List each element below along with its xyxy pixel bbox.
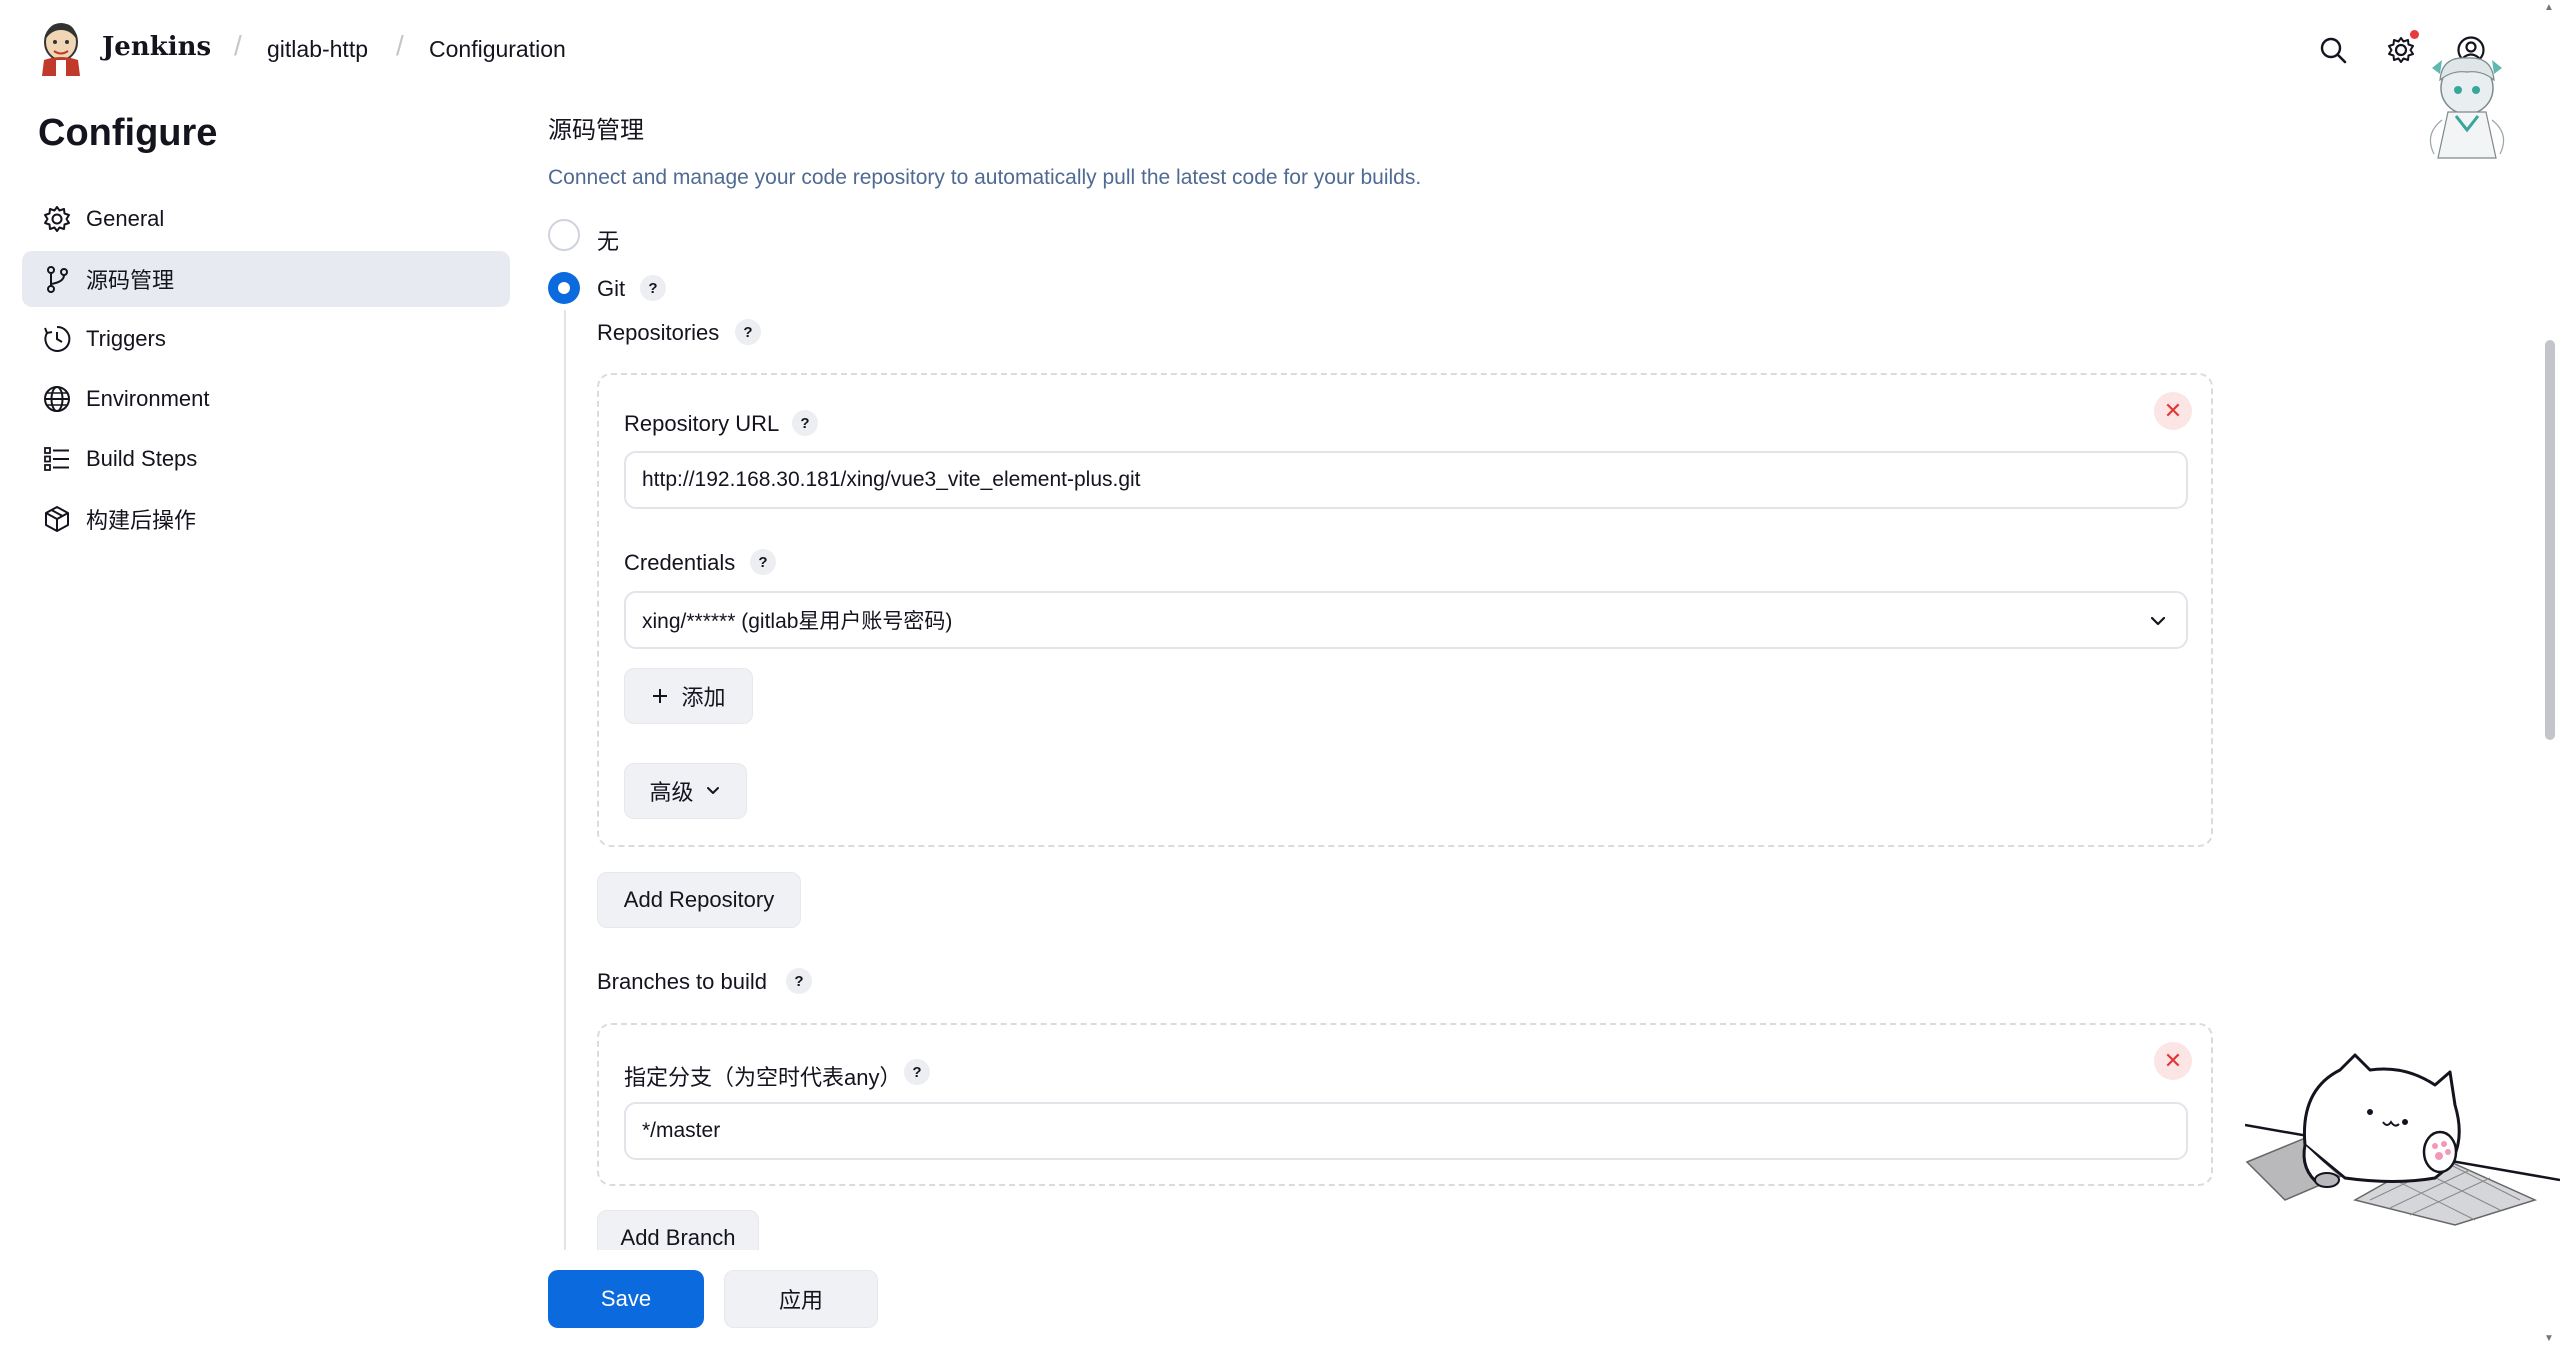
breadcrumb-separator: / — [234, 30, 242, 61]
advanced-label: 高级 — [649, 780, 694, 805]
repository-url-input[interactable]: http://192.168.30.181/xing/vue3_vite_ele… — [624, 451, 2188, 509]
apply-button[interactable]: 应用 — [724, 1270, 878, 1328]
clock-icon — [40, 322, 74, 356]
remove-repository-button[interactable]: ✕ — [2154, 392, 2192, 430]
anime-mascot-image — [2412, 50, 2522, 170]
help-icon[interactable]: ? — [640, 275, 666, 301]
save-button[interactable]: Save — [548, 1270, 704, 1328]
help-icon[interactable]: ? — [904, 1059, 930, 1085]
radio-none-label[interactable]: 无 — [597, 224, 619, 256]
section-description: Connect and manage your code repository … — [548, 166, 1422, 189]
top-header: Jenkins / gitlab-http / Configuration — [0, 0, 2560, 100]
chevron-down-icon — [2148, 611, 2168, 637]
sidebar-item-label: Environment — [86, 386, 210, 411]
list-icon — [40, 442, 74, 476]
branch-specifier-input[interactable]: */master — [624, 1102, 2188, 1160]
globe-icon — [40, 382, 74, 416]
help-icon[interactable]: ? — [786, 968, 812, 994]
sidebar-item-triggers[interactable]: Triggers — [22, 311, 510, 367]
sidebar-item-environment[interactable]: Environment — [22, 371, 510, 427]
nested-section-line — [564, 310, 566, 1260]
package-icon — [40, 502, 74, 536]
cat-typing-image — [2244, 1050, 2560, 1235]
section-title: 源码管理 — [548, 117, 644, 144]
branches-label: Branches to build — [597, 969, 767, 994]
repositories-label: Repositories — [597, 320, 720, 345]
repository-url-value: http://192.168.30.181/xing/vue3_vite_ele… — [642, 468, 1141, 491]
remove-branch-button[interactable]: ✕ — [2154, 1042, 2192, 1080]
help-icon[interactable]: ? — [750, 549, 776, 575]
sidebar-item-label: Triggers — [86, 326, 166, 351]
brand-name[interactable]: Jenkins — [102, 32, 211, 62]
sidebar-item-label: General — [86, 206, 165, 231]
scrollbar-thumb[interactable] — [2545, 340, 2555, 740]
sidebar-item-label: 构建后操作 — [86, 508, 197, 533]
breadcrumb-job[interactable]: gitlab-http — [267, 36, 368, 63]
page-title: Configure — [38, 112, 218, 154]
search-icon[interactable] — [2313, 30, 2353, 70]
sidebar-item-general[interactable]: General — [22, 191, 510, 247]
radio-git-label[interactable]: Git — [597, 276, 625, 302]
sidebar-item-scm[interactable]: 源码管理 — [22, 251, 510, 307]
sidebar-item-build-steps[interactable]: Build Steps — [22, 431, 510, 487]
scroll-up-arrow[interactable]: ▲ — [2544, 2, 2554, 13]
jenkins-logo[interactable] — [38, 20, 84, 76]
branch-specifier-label: 指定分支（为空时代表any） — [624, 1065, 902, 1090]
breadcrumb-configuration[interactable]: Configuration — [429, 36, 566, 63]
help-icon[interactable]: ? — [735, 319, 761, 345]
sidebar-item-label: 源码管理 — [86, 268, 175, 293]
credentials-value: xing/****** (gitlab星用户账号密码) — [642, 610, 953, 633]
add-credentials-label: 添加 — [681, 685, 726, 710]
sidebar-item-label: Build Steps — [86, 446, 198, 471]
repository-url-label: Repository URL — [624, 411, 780, 436]
sidebar-item-post-build[interactable]: 构建后操作 — [22, 491, 510, 547]
branch-icon — [40, 262, 74, 296]
credentials-label: Credentials — [624, 550, 736, 575]
radio-none[interactable] — [548, 219, 580, 251]
help-icon[interactable]: ? — [792, 410, 818, 436]
scroll-down-arrow[interactable]: ▼ — [2544, 1333, 2554, 1344]
branch-specifier-value: */master — [642, 1119, 721, 1142]
breadcrumb-separator: / — [396, 30, 404, 61]
plus-icon — [651, 687, 669, 705]
notification-dot — [2410, 30, 2419, 39]
advanced-button[interactable]: 高级 — [624, 763, 747, 819]
add-repository-button[interactable]: Add Repository — [597, 872, 801, 928]
radio-git[interactable] — [548, 272, 580, 304]
chevron-down-icon — [704, 782, 722, 800]
add-credentials-button[interactable]: 添加 — [624, 668, 753, 724]
credentials-select[interactable]: xing/****** (gitlab星用户账号密码) — [624, 591, 2188, 649]
gear-icon — [40, 202, 74, 236]
